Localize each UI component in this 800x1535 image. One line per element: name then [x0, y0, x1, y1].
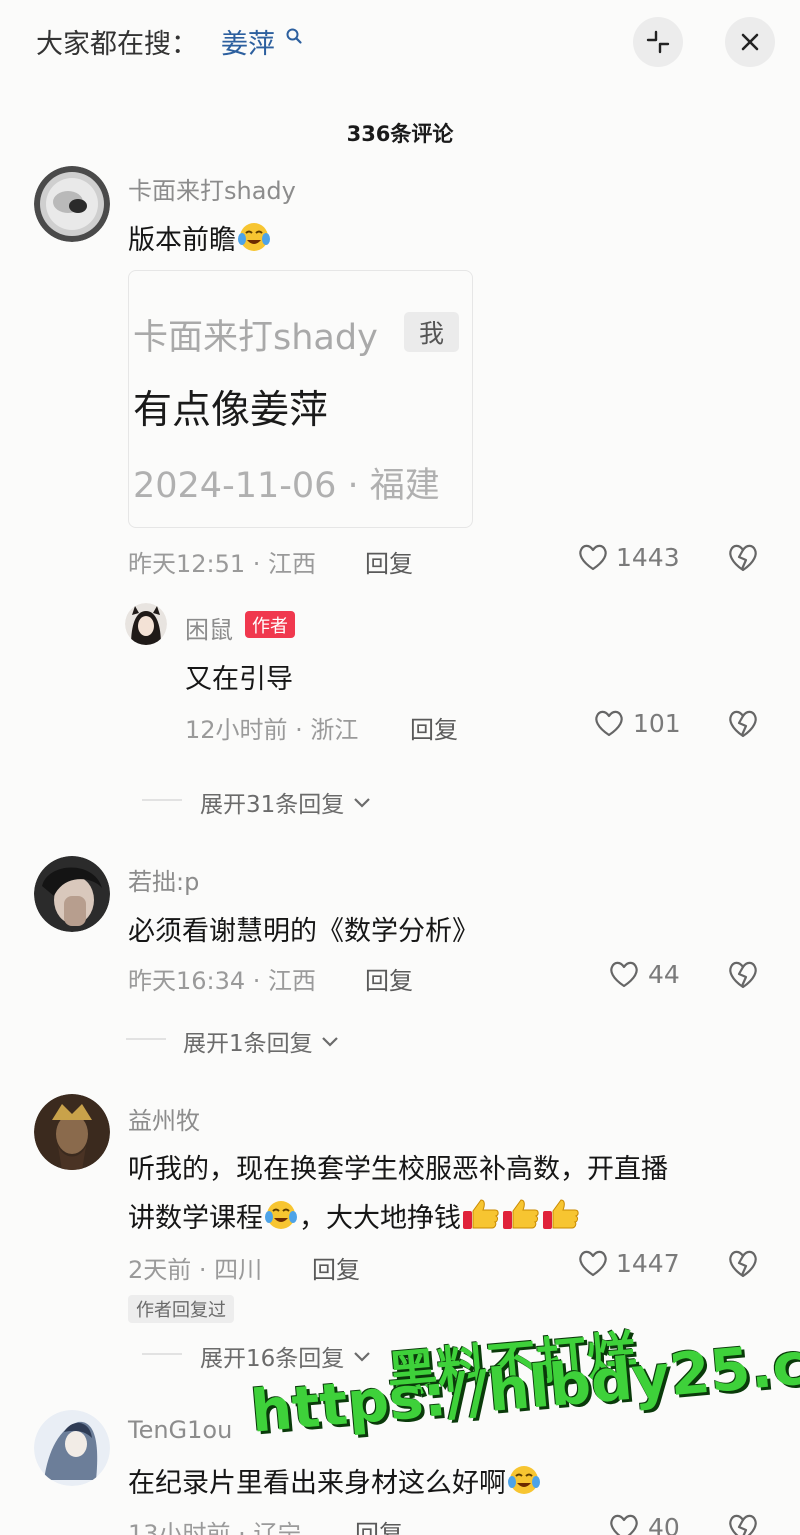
chevron-down-icon	[322, 1037, 338, 1047]
collapse-button[interactable]	[633, 17, 683, 67]
heart-icon[interactable]	[608, 959, 640, 989]
expand-replies-button[interactable]: 展开31条回复	[200, 785, 372, 819]
broken-heart-icon[interactable]	[726, 1247, 760, 1279]
quoted-self-badge: 我	[404, 312, 459, 352]
author-replied-tag: 作者回复过	[128, 1295, 234, 1323]
search-icon[interactable]	[285, 27, 303, 45]
thumbs-up-emoji-icon	[543, 1199, 579, 1229]
like-count: 1443	[616, 543, 680, 572]
author-badge: 作者	[245, 611, 295, 638]
like-count: 40	[648, 1513, 680, 1535]
expand-replies-label: 展开31条回复	[200, 792, 345, 818]
expand-replies-button[interactable]: 展开1条回复	[183, 1024, 340, 1058]
heart-icon[interactable]	[577, 542, 609, 572]
avatar[interactable]	[34, 856, 110, 932]
reply-meta: 12小时前 · 浙江	[185, 716, 359, 744]
quoted-comment-card[interactable]: 卡面来打shady 我 有点像姜萍 2024-11-06 · 福建	[128, 270, 473, 528]
comment-text: 在纪录片里看出来身材这么好啊	[128, 1461, 542, 1500]
heart-icon[interactable]	[608, 1512, 640, 1535]
laughing-tears-emoji-icon	[265, 1201, 297, 1229]
expand-replies-label: 展开1条回复	[183, 1031, 313, 1057]
comment-text: 必须看谢慧明的《数学分析》	[128, 916, 479, 947]
broken-heart-icon[interactable]	[726, 707, 760, 739]
like-count: 101	[633, 709, 681, 738]
comment-username[interactable]: TenG1ou	[128, 1416, 232, 1444]
comment-text: 版本前瞻	[128, 218, 272, 257]
heart-icon[interactable]	[593, 708, 625, 738]
laughing-tears-emoji-icon	[238, 223, 270, 251]
comment-meta: 昨天12:51 · 江西	[128, 550, 317, 578]
comment-meta: 昨天16:34 · 江西	[128, 967, 317, 995]
comment-meta: 13小时前 · 辽宁	[128, 1520, 302, 1535]
broken-heart-icon[interactable]	[726, 1511, 760, 1535]
reply-button[interactable]: 回复	[410, 710, 458, 745]
reply-button[interactable]: 回复	[312, 1250, 360, 1285]
like-count: 1447	[616, 1249, 680, 1278]
comment-username[interactable]: 益州牧	[128, 1101, 200, 1136]
comment-count-title: 336条评论	[346, 122, 454, 146]
quoted-username: 卡面来打shady	[133, 318, 378, 358]
quoted-text: 有点像姜萍	[133, 388, 329, 433]
divider	[126, 1038, 166, 1040]
comment-text-part: 讲数学课程	[128, 1203, 263, 1234]
like-count: 44	[648, 960, 680, 989]
comment-text-line: 讲数学课程 ，大大地挣钱	[128, 1196, 581, 1235]
expand-replies-label: 展开16条回复	[200, 1346, 345, 1372]
laughing-tears-emoji-icon	[508, 1466, 540, 1494]
divider	[142, 1353, 182, 1355]
close-icon	[741, 33, 759, 51]
trending-search-term[interactable]: 姜萍	[221, 22, 275, 61]
quoted-meta: 2024-11-06 · 福建	[133, 466, 440, 506]
thumbs-up-emoji-icon	[463, 1199, 499, 1229]
thumbs-up-emoji-icon	[503, 1199, 539, 1229]
trending-search-label: 大家都在搜：	[36, 29, 198, 60]
comment-text-body: 版本前瞻	[128, 225, 236, 256]
avatar[interactable]	[34, 166, 110, 242]
comment-text-line: 听我的，现在换套学生校服恶补高数，开直播	[128, 1154, 668, 1185]
reply-username[interactable]: 困鼠	[185, 610, 233, 645]
comment-text-body: 在纪录片里看出来身材这么好啊	[128, 1468, 506, 1499]
reply-button[interactable]: 回复	[365, 961, 413, 996]
comment-meta: 2天前 · 四川	[128, 1256, 263, 1284]
close-button[interactable]	[725, 17, 775, 67]
chevron-down-icon	[353, 1352, 370, 1362]
avatar[interactable]	[34, 1094, 110, 1170]
broken-heart-icon[interactable]	[726, 541, 760, 573]
divider	[142, 799, 182, 801]
comment-text-part: ，大大地挣钱	[299, 1203, 461, 1234]
avatar[interactable]	[34, 1410, 110, 1486]
reply-button[interactable]: 回复	[365, 544, 413, 579]
comment-username[interactable]: 卡面来打shady	[128, 171, 296, 206]
avatar[interactable]	[125, 603, 167, 645]
heart-icon[interactable]	[577, 1248, 609, 1278]
collapse-icon	[646, 30, 670, 54]
reply-text: 又在引导	[185, 664, 293, 695]
chevron-down-icon	[353, 798, 370, 808]
expand-replies-button[interactable]: 展开16条回复	[200, 1339, 372, 1373]
broken-heart-icon[interactable]	[726, 958, 760, 990]
comment-username[interactable]: 若拙:p	[128, 862, 199, 897]
reply-button[interactable]: 回复	[355, 1514, 403, 1535]
